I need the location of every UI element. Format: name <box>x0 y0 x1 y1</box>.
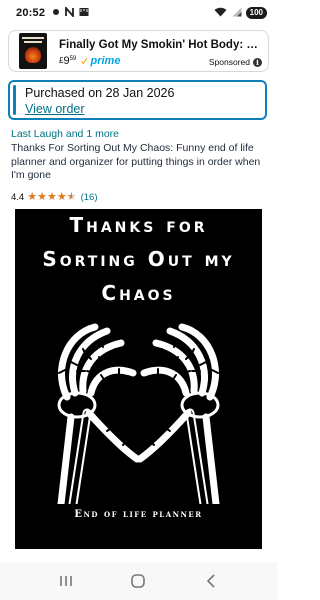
status-right-icons: 100 <box>214 7 267 20</box>
cover-subtitle: End of life planner <box>74 509 203 520</box>
battery-icon: 100 <box>245 7 267 19</box>
status-left-icons <box>52 5 89 20</box>
cover-title-line2: Sorting Out my <box>42 247 235 271</box>
back-icon <box>206 574 215 588</box>
star-icon: ★ <box>27 191 38 203</box>
recents-icon <box>60 576 72 586</box>
star-icon: ★ <box>37 191 47 203</box>
skeleton-hands-heart-icon <box>57 323 220 504</box>
cover-title-line3: Chaos <box>101 281 176 305</box>
star-rating: ★ ★ ★ ★ ★ <box>27 192 76 203</box>
ad-price: £ 9 59 ✓ prime <box>59 55 120 68</box>
sponsored-label[interactable]: Sponsored i <box>209 57 262 67</box>
system-navigation-bar <box>0 562 277 600</box>
rating-value: 4.4 <box>11 192 25 203</box>
half-star-icon: ★ <box>66 191 77 203</box>
status-time: 20:52 <box>16 7 46 19</box>
nfc-n-icon <box>65 5 75 20</box>
purchased-notice: Purchased on 28 Jan 2026 View order <box>8 80 267 120</box>
product-title: Thanks For Sorting Out My Chaos: Funny e… <box>11 142 261 181</box>
info-icon[interactable]: i <box>253 57 262 67</box>
home-button[interactable] <box>118 566 158 596</box>
ad-book-thumbnail[interactable] <box>19 33 47 69</box>
rating-row[interactable]: 4.4 ★ ★ ★ ★ ★ (16) <box>11 192 98 204</box>
price-fraction: 59 <box>69 56 77 62</box>
recents-button[interactable] <box>46 566 86 596</box>
gallery-icon <box>79 7 89 20</box>
product-cover-image[interactable]: Thanks for Sorting Out my Chaos End of l… <box>15 209 262 549</box>
cover-title-line1: Thanks for <box>69 213 208 237</box>
purchased-date-text: Purchased on 28 Jan 2026 <box>25 86 175 100</box>
back-button[interactable] <box>191 566 231 596</box>
signal-icon <box>231 7 242 20</box>
review-count[interactable]: (16) <box>81 192 98 203</box>
sponsored-text: Sponsored <box>208 57 250 67</box>
notification-dot-icon <box>52 7 60 19</box>
star-icon: ★ <box>46 191 57 203</box>
home-icon <box>131 574 146 588</box>
ad-title[interactable]: Finally Got My Smokin' Hot Body: Fun... <box>59 39 262 51</box>
sponsored-ad-banner[interactable]: Finally Got My Smokin' Hot Body: Fun... … <box>8 30 269 72</box>
wifi-icon <box>214 7 227 20</box>
prime-logo: prime <box>90 55 121 67</box>
star-icon: ★ <box>56 191 67 203</box>
brand-link[interactable]: Last Laugh and 1 more <box>11 128 119 140</box>
ad-info: Finally Got My Smokin' Hot Body: Fun... … <box>59 31 262 71</box>
status-bar: 20:52 100 <box>0 0 277 26</box>
view-order-link[interactable]: View order <box>25 101 265 117</box>
prime-check-icon: ✓ <box>80 56 90 68</box>
